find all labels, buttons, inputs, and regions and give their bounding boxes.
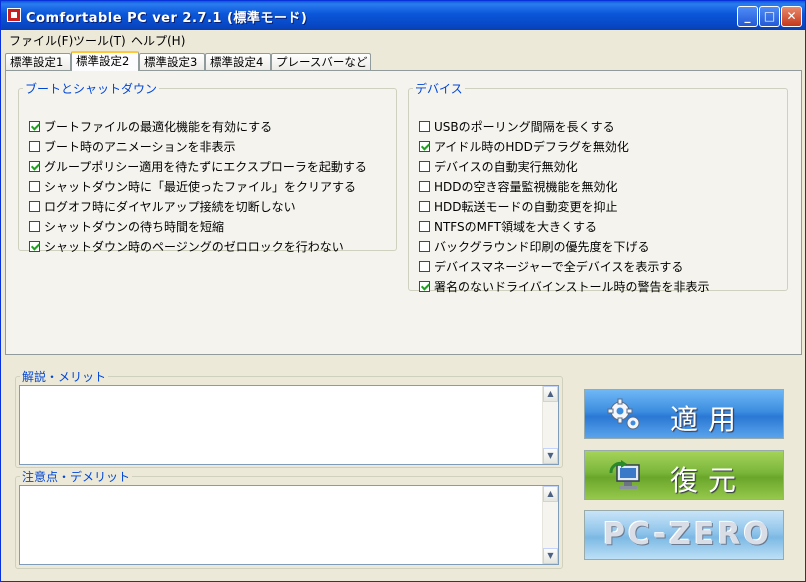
menu-file[interactable]: ファイル(F) xyxy=(9,32,73,49)
checkbox-label: シャットダウン時に「最近使ったファイル」をクリアする xyxy=(44,180,357,194)
demerit-textarea[interactable]: ▲ ▼ xyxy=(19,485,559,565)
title-bar[interactable]: Comfortable PC ver 2.7.1 (標準モード) _ □ ✕ xyxy=(1,1,805,30)
scroll-up-icon[interactable]: ▲ xyxy=(543,386,558,402)
device-option-6[interactable]: NTFSのMFT領域を大きくする xyxy=(419,218,597,235)
tab-standard-4[interactable]: 標準設定4 xyxy=(205,53,271,70)
device-option-5[interactable]: HDD転送モードの自動変更を抑止 xyxy=(419,198,618,215)
device-option-7[interactable]: バックグラウンド印刷の優先度を下げる xyxy=(419,238,650,255)
apply-label: 適用 xyxy=(670,403,747,436)
boot-option-2[interactable]: ブート時のアニメーションを非表示 xyxy=(29,138,236,155)
merit-textarea[interactable]: ▲ ▼ xyxy=(19,385,559,465)
checkbox[interactable] xyxy=(419,221,430,232)
tab-standard-2[interactable]: 標準設定2 xyxy=(71,51,139,71)
device-title: デバイス xyxy=(415,82,463,96)
checkbox-label: バックグラウンド印刷の優先度を下げる xyxy=(434,240,650,254)
pc-zero-button[interactable]: PC-ZERO xyxy=(584,510,784,560)
checkbox[interactable] xyxy=(29,161,40,172)
checkbox-label: ログオフ時にダイヤルアップ接続を切断しない xyxy=(44,200,296,214)
device-option-9[interactable]: 署名のないドライバインストール時の警告を非表示 xyxy=(419,278,710,295)
boot-option-4[interactable]: シャットダウン時に「最近使ったファイル」をクリアする xyxy=(29,178,356,195)
gear-icon xyxy=(607,398,640,430)
checkbox[interactable] xyxy=(419,281,430,292)
checkbox[interactable] xyxy=(29,141,40,152)
window-title: Comfortable PC ver 2.7.1 (標準モード) xyxy=(26,11,308,26)
merit-scrollbar[interactable]: ▲ ▼ xyxy=(542,386,558,464)
checkbox[interactable] xyxy=(29,221,40,232)
menu-tools[interactable]: ツール(T) xyxy=(73,32,126,49)
apply-button[interactable]: 適用 xyxy=(584,389,784,439)
checkbox-label: グループポリシー適用を待たずにエクスプローラを起動する xyxy=(44,160,367,174)
device-option-2[interactable]: アイドル時のHDDデフラグを無効化 xyxy=(419,138,629,155)
checkbox-label: シャットダウンの待ち時間を短縮 xyxy=(44,220,225,234)
close-button[interactable]: ✕ xyxy=(781,6,802,27)
checkbox-label: 署名のないドライバインストール時の警告を非表示 xyxy=(434,280,710,294)
device-option-8[interactable]: デバイスマネージャーで全デバイスを表示する xyxy=(419,258,683,275)
scroll-up-icon[interactable]: ▲ xyxy=(543,486,558,502)
boot-option-5[interactable]: ログオフ時にダイヤルアップ接続を切断しない xyxy=(29,198,296,215)
checkbox-label: HDD転送モードの自動変更を抑止 xyxy=(434,200,618,214)
checkbox-label: USBのポーリング間隔を長くする xyxy=(434,120,615,134)
boot-option-7[interactable]: シャットダウン時のページングのゼロロックを行わない xyxy=(29,238,344,255)
boot-shutdown-title: ブートとシャットダウン xyxy=(25,82,158,96)
checkbox-label: シャットダウン時のページングのゼロロックを行わない xyxy=(44,240,344,254)
scroll-down-icon[interactable]: ▼ xyxy=(543,548,558,564)
restore-label: 復元 xyxy=(670,464,747,497)
checkbox[interactable] xyxy=(29,201,40,212)
pc-zero-label: PC-ZERO xyxy=(603,517,772,552)
checkbox[interactable] xyxy=(29,121,40,132)
checkbox-label: アイドル時のHDDデフラグを無効化 xyxy=(434,140,629,154)
checkbox[interactable] xyxy=(419,161,430,172)
menu-bar: ファイル(F) ツール(T) ヘルプ(H) xyxy=(1,30,805,48)
checkbox-label: HDDの空き容量監視機能を無効化 xyxy=(434,180,618,194)
checkbox-label: NTFSのMFT領域を大きくする xyxy=(434,220,597,234)
demerit-title: 注意点・デメリット xyxy=(22,470,131,484)
merit-title: 解説・メリット xyxy=(22,370,107,384)
checkbox-label: デバイスの自動実行無効化 xyxy=(434,160,578,174)
device-option-4[interactable]: HDDの空き容量監視機能を無効化 xyxy=(419,178,618,195)
checkbox-label: デバイスマネージャーで全デバイスを表示する xyxy=(434,260,684,274)
tab-standard-3[interactable]: 標準設定3 xyxy=(139,53,205,70)
checkbox[interactable] xyxy=(29,181,40,192)
app-window: Comfortable PC ver 2.7.1 (標準モード) _ □ ✕ フ… xyxy=(0,0,806,582)
boot-shutdown-group: ブートとシャットダウン ブートファイルの最適化機能を有効にする ブート時のアニメ… xyxy=(18,80,397,254)
checkbox[interactable] xyxy=(419,141,430,152)
scroll-down-icon[interactable]: ▼ xyxy=(543,448,558,464)
boot-option-3[interactable]: グループポリシー適用を待たずにエクスプローラを起動する xyxy=(29,158,367,175)
checkbox[interactable] xyxy=(419,201,430,212)
checkbox[interactable] xyxy=(419,181,430,192)
restore-button[interactable]: 復元 xyxy=(584,450,784,500)
checkbox[interactable] xyxy=(419,241,430,252)
restore-monitor-icon xyxy=(609,460,640,489)
device-option-3[interactable]: デバイスの自動実行無効化 xyxy=(419,158,578,175)
minimize-button[interactable]: _ xyxy=(737,6,758,27)
boot-option-1[interactable]: ブートファイルの最適化機能を有効にする xyxy=(29,118,272,135)
maximize-button[interactable]: □ xyxy=(759,6,780,27)
checkbox[interactable] xyxy=(29,241,40,252)
boot-option-6[interactable]: シャットダウンの待ち時間を短縮 xyxy=(29,218,224,235)
checkbox-label: ブート時のアニメーションを非表示 xyxy=(44,140,236,154)
checkbox[interactable] xyxy=(419,261,430,272)
checkbox-label: ブートファイルの最適化機能を有効にする xyxy=(44,120,273,134)
app-icon[interactable] xyxy=(7,8,21,22)
device-group: デバイス USBのポーリング間隔を長くする アイドル時のHDDデフラグを無効化 … xyxy=(408,80,788,294)
checkbox[interactable] xyxy=(419,121,430,132)
device-option-1[interactable]: USBのポーリング間隔を長くする xyxy=(419,118,615,135)
menu-help[interactable]: ヘルプ(H) xyxy=(131,32,185,49)
demerit-scrollbar[interactable]: ▲ ▼ xyxy=(542,486,558,564)
tab-standard-1[interactable]: 標準設定1 xyxy=(5,53,71,70)
tab-placebar[interactable]: プレースバーなど xyxy=(271,53,371,70)
